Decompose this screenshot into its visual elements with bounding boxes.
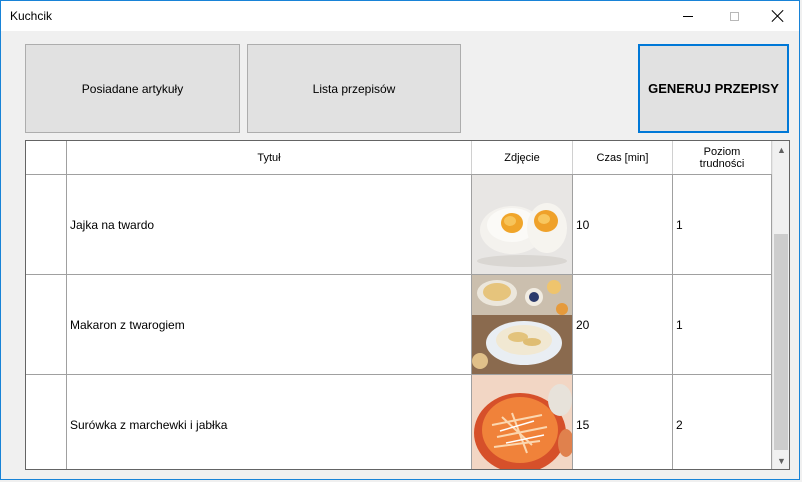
vertical-scrollbar[interactable]: ▲ ▼: [772, 141, 789, 469]
recipe-difficulty-cell[interactable]: 2: [673, 375, 772, 469]
window-title: Kuchcik: [10, 9, 53, 23]
table-row[interactable]: Surówka z marchewki i jabłka 15 2: [26, 375, 772, 469]
recipe-photo-cell[interactable]: [472, 175, 573, 274]
recipe-title-cell[interactable]: Jajka na twardo: [67, 175, 472, 274]
recipe-difficulty-cell[interactable]: 1: [673, 175, 772, 274]
recipe-time-cell[interactable]: 10: [573, 175, 673, 274]
recipe-title-cell[interactable]: Surówka z marchewki i jabłka: [67, 375, 472, 469]
column-header-photo[interactable]: Zdjęcie: [472, 141, 573, 174]
recipe-photo-cell[interactable]: [472, 375, 573, 469]
maximize-icon: [729, 11, 739, 21]
recipe-title-cell[interactable]: Makaron z twarogiem: [67, 275, 472, 374]
row-header[interactable]: [26, 375, 67, 469]
boiled-eggs-photo: [472, 175, 572, 274]
close-icon: [772, 10, 784, 22]
column-header-difficulty[interactable]: Poziom trudności: [673, 141, 772, 174]
carrot-apple-salad-photo: [472, 375, 572, 469]
app-window: Kuchcik Posiadane artykuły Lista przepis…: [0, 0, 800, 480]
column-header-title[interactable]: Tytuł: [67, 141, 472, 174]
row-header[interactable]: [26, 275, 67, 374]
scroll-up-arrow-icon[interactable]: ▲: [773, 141, 789, 158]
recipes-grid[interactable]: Tytuł Zdjęcie Czas [min] Poziom trudnośc…: [25, 140, 790, 470]
generate-recipes-button[interactable]: GENERUJ PRZEPISY: [638, 44, 789, 133]
recipe-list-button[interactable]: Lista przepisów: [247, 44, 461, 133]
column-header-time[interactable]: Czas [min]: [573, 141, 673, 174]
minimize-icon: [683, 15, 693, 17]
grid-header: Tytuł Zdjęcie Czas [min] Poziom trudnośc…: [26, 141, 772, 175]
pasta-with-cottage-cheese-photo: [472, 275, 572, 374]
row-header-corner[interactable]: [26, 141, 67, 174]
maximize-button[interactable]: [711, 1, 757, 31]
recipe-difficulty-cell[interactable]: 1: [673, 275, 772, 374]
recipe-time-cell[interactable]: 20: [573, 275, 673, 374]
table-row[interactable]: Jajka na twardo 10 1: [26, 175, 772, 275]
close-button[interactable]: [755, 1, 801, 31]
table-row[interactable]: Makaron z twarogiem 20 1: [26, 275, 772, 375]
scroll-down-arrow-icon[interactable]: ▼: [773, 452, 789, 469]
row-header[interactable]: [26, 175, 67, 274]
title-bar[interactable]: Kuchcik: [1, 1, 799, 31]
owned-items-button[interactable]: Posiadane artykuły: [25, 44, 240, 133]
minimize-button[interactable]: [665, 1, 711, 31]
recipe-photo-cell[interactable]: [472, 275, 573, 374]
scrollbar-thumb[interactable]: [774, 234, 788, 450]
recipe-time-cell[interactable]: 15: [573, 375, 673, 469]
